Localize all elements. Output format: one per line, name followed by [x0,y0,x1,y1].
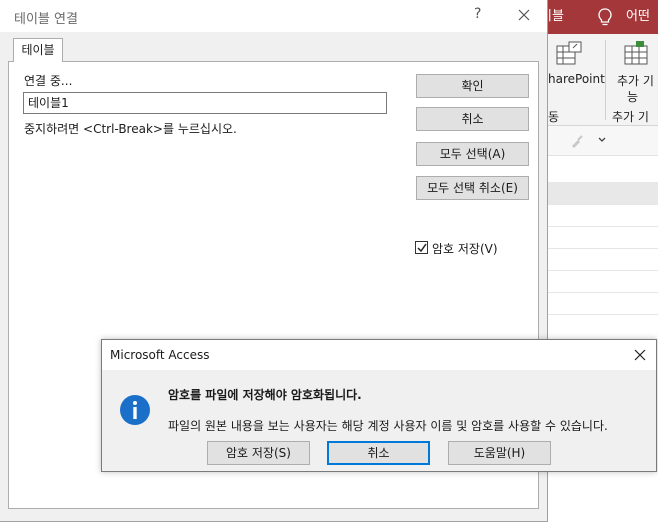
dialog-titlebar: 테이블 연결 ? [0,0,547,32]
close-icon[interactable] [633,348,647,362]
brush-icon[interactable] [570,134,584,148]
checkbox-box[interactable] [415,241,428,254]
grid-line [548,314,658,315]
grid-line [548,226,658,227]
add-ins-grid-icon[interactable] [622,40,652,68]
grid-line [548,204,658,205]
ribbon-group-separator [605,40,606,120]
info-icon [120,395,150,425]
grid-line [548,248,658,249]
cancel-button[interactable]: 취소 [416,107,529,131]
ribbon-sharepoint-label[interactable]: harePoint [548,72,605,86]
message-heading: 암호를 파일에 저장해야 암호화됩니다. [168,388,362,402]
help-button[interactable]: ? [474,6,481,22]
save-password-label: 암호 저장(V) [432,242,498,256]
help-button[interactable]: 도움말(H) [448,441,551,465]
save-password-button[interactable]: 암호 저장(S) [207,441,310,465]
quick-access-toolbar [548,126,658,156]
checkmark-icon [417,243,427,253]
select-all-button[interactable]: 모두 선택(A) [416,142,529,166]
close-icon[interactable] [514,7,534,25]
ribbon-tell-me[interactable]: 어떤 작 [626,0,658,58]
grid-line [548,270,658,271]
ribbon-group-label-move: 동 [548,110,560,124]
message-titlebar: Microsoft Access [102,340,656,370]
tab-tables[interactable]: 테이블 [13,38,63,62]
grid-line [548,292,658,293]
access-message-box: Microsoft Access 암호를 파일에 저장해야 암호화됩니다. 파일… [101,339,657,472]
message-body: 암호를 파일에 저장해야 암호화됩니다. 파일의 원본 내용을 보는 사용자는 … [102,370,656,471]
datasheet-selected-row [548,182,658,204]
ok-button[interactable]: 확인 [416,74,529,98]
ribbon-add-ins-label-2[interactable]: 능 [627,88,638,105]
message-title: Microsoft Access [110,348,210,362]
progress-field: 테이블1 [23,92,387,114]
ribbon-add-ins-label[interactable]: 추가 기 [617,72,654,89]
lightbulb-icon [598,8,612,26]
message-cancel-button[interactable]: 취소 [327,441,430,465]
sharepoint-list-icon[interactable] [553,40,585,68]
chevron-down-icon[interactable] [598,137,606,143]
status-label: 연결 중... [24,74,73,88]
message-text: 파일의 원본 내용을 보는 사용자는 해당 계정 사용자 이름 및 암호를 사용… [168,419,608,433]
dialog-title: 테이블 연결 [14,12,78,27]
deselect-all-button[interactable]: 모두 선택 취소(E) [416,176,529,200]
cancel-hint: 중지하려면 <Ctrl-Break>를 누르십시오. [24,122,237,136]
